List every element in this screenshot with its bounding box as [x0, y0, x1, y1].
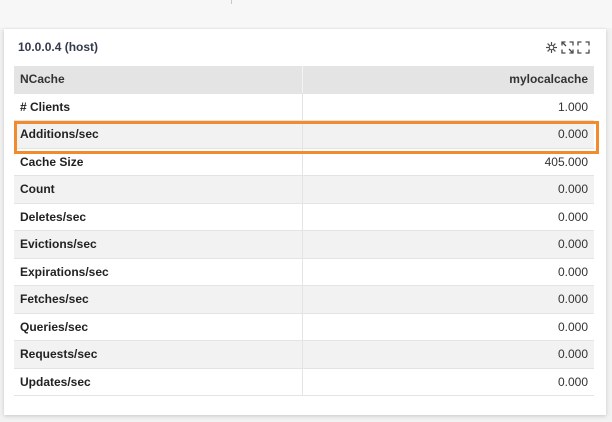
table-row: Queries/sec 0.000	[14, 313, 594, 341]
panel-title: 10.0.0.4 (host)	[18, 40, 99, 54]
panel-header: 10.0.0.4 (host)	[4, 29, 606, 65]
table-row: Evictions/sec 0.000	[14, 230, 594, 259]
counter-value: 0.000	[301, 313, 594, 341]
table-row: # Clients 1.000	[14, 93, 594, 121]
counter-name: Count	[14, 175, 302, 204]
counter-name: Deletes/sec	[14, 203, 302, 231]
divider	[231, 0, 232, 4]
table-row: Fetches/sec 0.000	[14, 285, 594, 314]
top-strip	[0, 0, 612, 28]
counter-table: NCache mylocalcache # Clients 1.000 Addi…	[14, 66, 594, 396]
counter-value: 0.000	[301, 120, 594, 149]
table-row: Additions/sec 0.000	[14, 120, 594, 149]
counter-name: Additions/sec	[14, 120, 302, 149]
column-header-ncache[interactable]: NCache	[14, 66, 302, 94]
fullscreen-icon[interactable]	[577, 41, 590, 54]
counter-value: 405.000	[301, 148, 594, 176]
expand-icon[interactable]	[561, 41, 574, 54]
counter-name: Evictions/sec	[14, 230, 302, 259]
table-row: Updates/sec 0.000	[14, 368, 594, 396]
panel-tools	[545, 41, 590, 54]
counter-name: # Clients	[14, 93, 302, 121]
host-counter-panel: 10.0.0.4 (host) NCache mylocalcache # Cl…	[4, 29, 606, 415]
column-header-cache[interactable]: mylocalcache	[301, 66, 594, 94]
counter-name: Requests/sec	[14, 340, 302, 369]
counter-name: Expirations/sec	[14, 258, 302, 286]
table-row: Count 0.000	[14, 175, 594, 204]
counter-value: 0.000	[301, 175, 594, 204]
table-row: Deletes/sec 0.000	[14, 203, 594, 231]
counter-name: Queries/sec	[14, 313, 302, 341]
table-header-row: NCache mylocalcache	[14, 66, 594, 94]
counter-name: Updates/sec	[14, 368, 302, 396]
table-row: Expirations/sec 0.000	[14, 258, 594, 286]
counter-value: 0.000	[301, 285, 594, 314]
table-row: Cache Size 405.000	[14, 148, 594, 176]
counter-value: 0.000	[301, 230, 594, 259]
table-row: Requests/sec 0.000	[14, 340, 594, 369]
counter-value: 0.000	[301, 258, 594, 286]
counter-value: 0.000	[301, 368, 594, 396]
counter-name: Cache Size	[14, 148, 302, 176]
counter-value: 0.000	[301, 203, 594, 231]
counter-value: 0.000	[301, 340, 594, 369]
settings-icon[interactable]	[545, 41, 558, 54]
counter-value: 1.000	[301, 93, 594, 121]
counter-name: Fetches/sec	[14, 285, 302, 314]
